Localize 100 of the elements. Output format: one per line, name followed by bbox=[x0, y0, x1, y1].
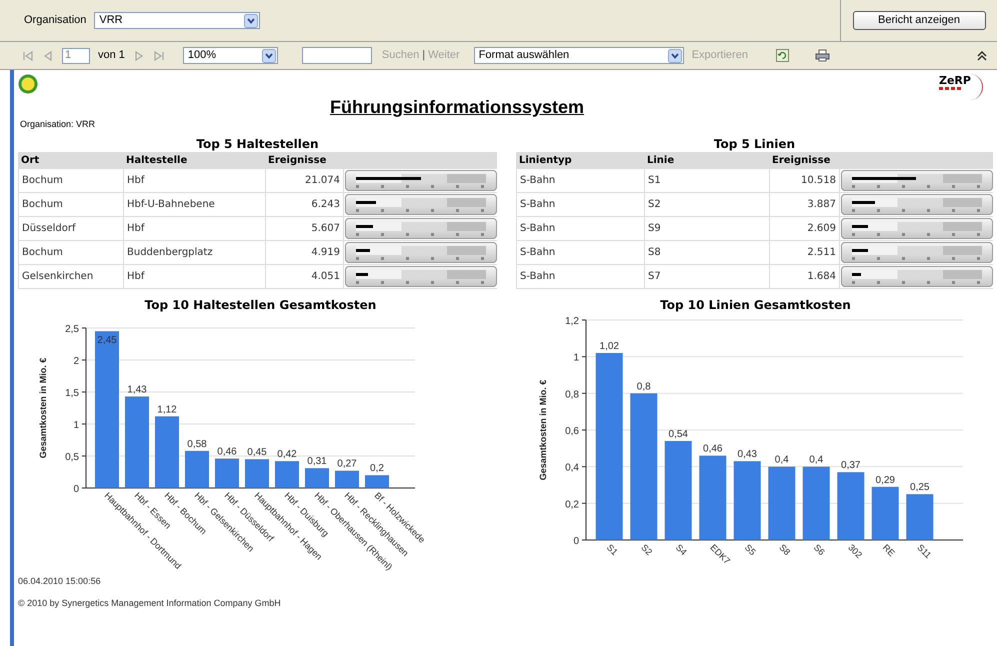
table-cell: 10.518 bbox=[770, 169, 840, 192]
page-count: von 1 bbox=[98, 48, 125, 64]
logo-text: ZeRP bbox=[939, 74, 971, 87]
report-title: Führungsinformationssystem bbox=[330, 96, 584, 119]
table-cell: S-Bahn bbox=[517, 217, 645, 240]
category-label: S11 bbox=[915, 542, 934, 560]
logo-icon bbox=[18, 74, 38, 94]
axis-tick-label: 0,8 bbox=[565, 389, 579, 400]
logo-dots-icon bbox=[939, 87, 963, 90]
table-cell: 5.607 bbox=[266, 217, 344, 240]
bar bbox=[872, 486, 899, 540]
data-label: 0,37 bbox=[841, 460, 860, 472]
data-label: 0,27 bbox=[337, 458, 357, 470]
table-cell: Bochum bbox=[19, 241, 124, 264]
axis-tick-label: 0 bbox=[73, 484, 79, 495]
table-title: Top 5 Linien bbox=[712, 136, 796, 152]
view-report-button[interactable]: Bericht anzeigen bbox=[852, 11, 986, 30]
table-cell: 6.243 bbox=[266, 193, 344, 216]
table-cell: S-Bahn bbox=[517, 193, 645, 216]
table-cell: Buddenbergplatz bbox=[124, 241, 266, 264]
link-separator: | bbox=[422, 48, 426, 64]
axis-tick-label: 0 bbox=[573, 536, 579, 547]
column-header: Haltestelle bbox=[125, 154, 188, 168]
bar bbox=[365, 475, 389, 488]
data-label: 2,45 bbox=[97, 335, 117, 346]
bar bbox=[335, 470, 359, 488]
column-header: Ereignisse bbox=[267, 154, 328, 168]
search-field[interactable] bbox=[302, 47, 372, 64]
table-cell: 1.684 bbox=[770, 265, 840, 288]
bar bbox=[185, 450, 209, 488]
axis-tick-label: 0,2 bbox=[565, 499, 579, 510]
data-label: 1,02 bbox=[600, 341, 619, 352]
column-header: Ort bbox=[20, 154, 40, 168]
axis-title: Gesamtkosten in Mio. € bbox=[538, 380, 548, 480]
bar bbox=[305, 468, 329, 488]
data-label: 0,29 bbox=[876, 474, 895, 486]
bar bbox=[245, 459, 269, 488]
category-label: S8 bbox=[777, 542, 792, 558]
data-label: 0,46 bbox=[217, 446, 237, 458]
axis-tick-label: 0,6 bbox=[565, 426, 579, 437]
data-label: 0,2 bbox=[370, 463, 384, 474]
axis-tick-label: 1,5 bbox=[65, 388, 79, 399]
data-label: 0,25 bbox=[910, 482, 930, 494]
category-label: S5 bbox=[742, 542, 758, 558]
collapse-icon[interactable] bbox=[977, 50, 987, 60]
bar bbox=[215, 458, 239, 488]
table-cell: S9 bbox=[645, 217, 770, 240]
axis-tick-label: 0,5 bbox=[65, 452, 79, 463]
organisation-select[interactable]: VRR bbox=[94, 12, 260, 29]
table-cell: 2.511 bbox=[770, 241, 840, 264]
table-cell: Hbf-U-Bahnebene bbox=[124, 193, 266, 216]
copyright-text: © 2010 by Synergetics Management Information Company GmbH bbox=[18, 596, 282, 610]
table-cell: 4.919 bbox=[266, 241, 344, 264]
data-label: 1,43 bbox=[127, 384, 147, 396]
table-cell: Hbf bbox=[124, 217, 266, 240]
axis-tick-label: 2,5 bbox=[65, 324, 79, 335]
table-cell: Bochum bbox=[19, 169, 124, 192]
axis-tick-label: 1,2 bbox=[565, 316, 579, 327]
chart-title: Top 10 Haltestellen Gesamtkosten bbox=[144, 297, 378, 313]
axis-tick-label: 0,4 bbox=[565, 462, 579, 474]
axis-tick-label: 1 bbox=[573, 352, 579, 364]
table-title: Top 5 Haltestellen bbox=[195, 136, 320, 152]
data-label: 0,8 bbox=[636, 381, 651, 392]
refresh-icon[interactable] bbox=[776, 49, 789, 62]
category-label: S4 bbox=[674, 542, 689, 558]
table-cell: S2 bbox=[645, 193, 770, 216]
format-select[interactable]: Format auswählen bbox=[474, 47, 684, 64]
data-label: 0,54 bbox=[668, 429, 688, 440]
bar bbox=[155, 416, 179, 488]
axis-tick-label: 1 bbox=[73, 420, 79, 431]
parameter-label: Organisation bbox=[24, 13, 86, 28]
data-label: 1,12 bbox=[157, 404, 177, 416]
data-label: 0,43 bbox=[738, 449, 757, 460]
page-field[interactable]: 1 bbox=[62, 48, 90, 64]
category-label: S6 bbox=[812, 542, 827, 558]
table-cell: S-Bahn bbox=[517, 265, 645, 288]
data-label: 0,45 bbox=[247, 447, 267, 458]
data-label: 0,31 bbox=[307, 456, 327, 468]
data-label: 0,42 bbox=[277, 449, 297, 460]
category-label: S2 bbox=[639, 542, 654, 558]
column-header: Ereignisse bbox=[771, 154, 832, 168]
category-label: S1 bbox=[604, 542, 620, 558]
data-label: 0,58 bbox=[187, 438, 207, 450]
category-label: RE bbox=[880, 542, 897, 558]
table-cell: S1 bbox=[645, 169, 770, 192]
table-cell: S-Bahn bbox=[517, 169, 645, 192]
table-cell: Hbf bbox=[124, 169, 266, 192]
table-cell: S-Bahn bbox=[517, 241, 645, 264]
table-cell: Düsseldorf bbox=[19, 217, 124, 240]
table-cell: S7 bbox=[645, 265, 770, 288]
zoom-select[interactable]: 100% bbox=[182, 47, 278, 64]
table-cell: Bochum bbox=[19, 193, 124, 216]
axis-tick-label: 2 bbox=[73, 356, 79, 367]
column-header: Linientyp bbox=[518, 154, 573, 168]
bar bbox=[837, 472, 864, 540]
column-header: Linie bbox=[646, 154, 676, 168]
axis-title: Gesamtkosten in Mio. € bbox=[38, 358, 48, 458]
table-cell: 2.609 bbox=[770, 217, 840, 240]
table-cell: Hbf bbox=[124, 265, 266, 288]
print-icon[interactable] bbox=[814, 49, 830, 62]
